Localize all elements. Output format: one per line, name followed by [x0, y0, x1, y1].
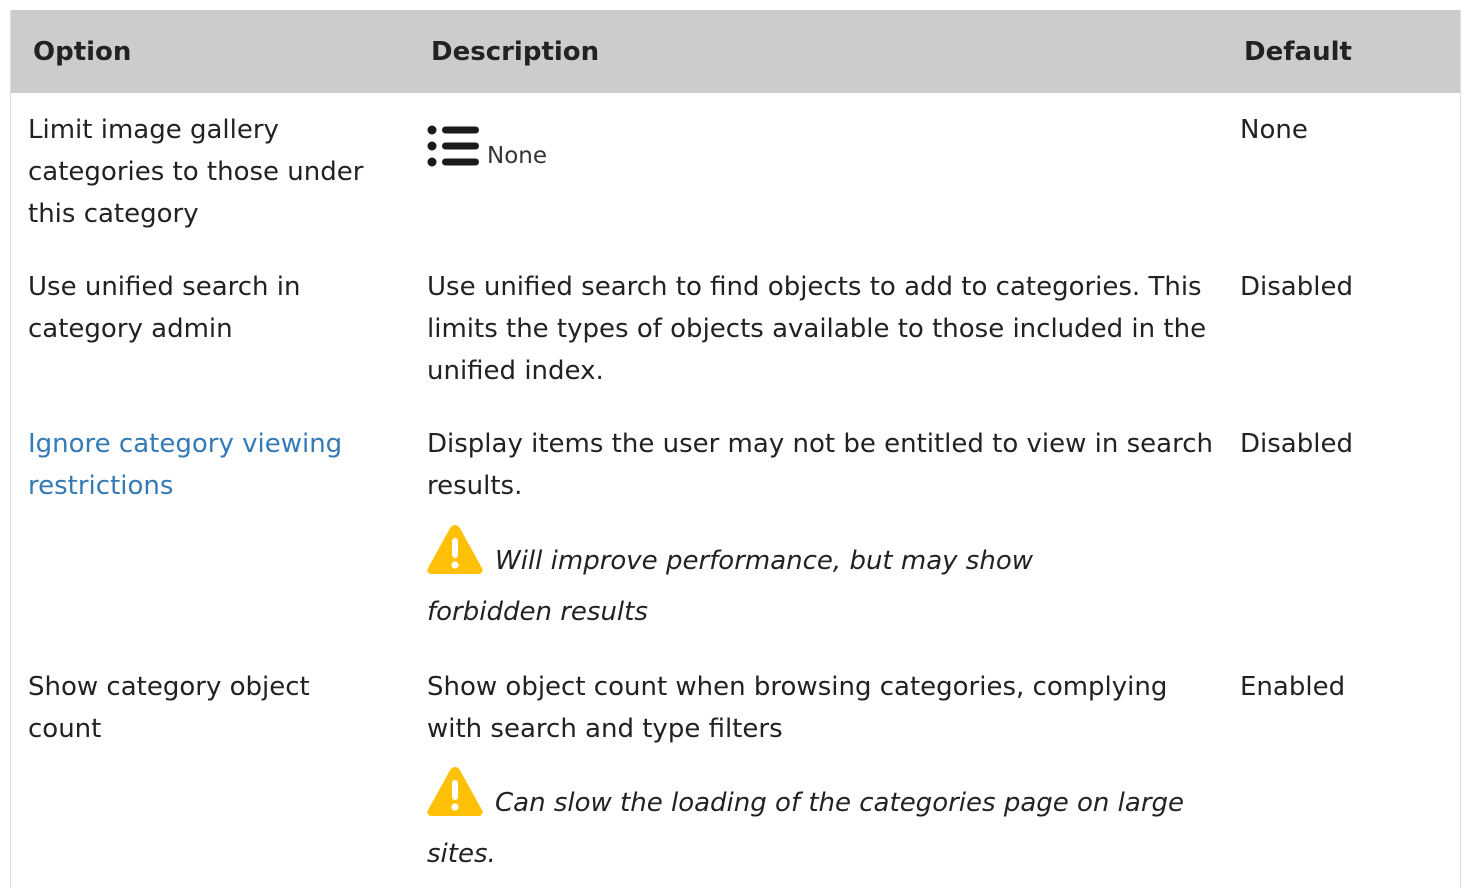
row-3-default: Disabled [1240, 429, 1353, 459]
header-option: Option [33, 37, 132, 67]
row-2-option: Use unified search in category admin [28, 272, 301, 344]
ignore-restrictions-link[interactable]: Ignore category viewing restrictions [28, 423, 398, 507]
row-2-description: Use unified search to find objects to ad… [427, 272, 1207, 386]
row-1-default: None [1240, 115, 1308, 145]
table-header-row: Option Description Default [11, 10, 1460, 93]
row-4-description: Show object count when browsing categori… [427, 672, 1168, 744]
row-2-default: Disabled [1240, 272, 1353, 302]
row-4-option: Show category object count [28, 672, 310, 744]
header-description: Description [431, 37, 600, 67]
row-1-option: Limit image gallery categories to those … [28, 115, 364, 229]
row-1-description: None [487, 143, 548, 169]
row-4-default: Enabled [1240, 672, 1346, 702]
header-default: Default [1244, 37, 1352, 67]
row-4-warning: Can slow the loading of the categories p… [427, 788, 1185, 869]
row-3-description: Display items the user may not be entitl… [427, 429, 1213, 501]
row-3-warning: Will improve performance, but may show f… [427, 546, 1033, 627]
preferences-table: Option Description Default Limit image g… [10, 10, 1461, 888]
list-icon [427, 125, 479, 167]
